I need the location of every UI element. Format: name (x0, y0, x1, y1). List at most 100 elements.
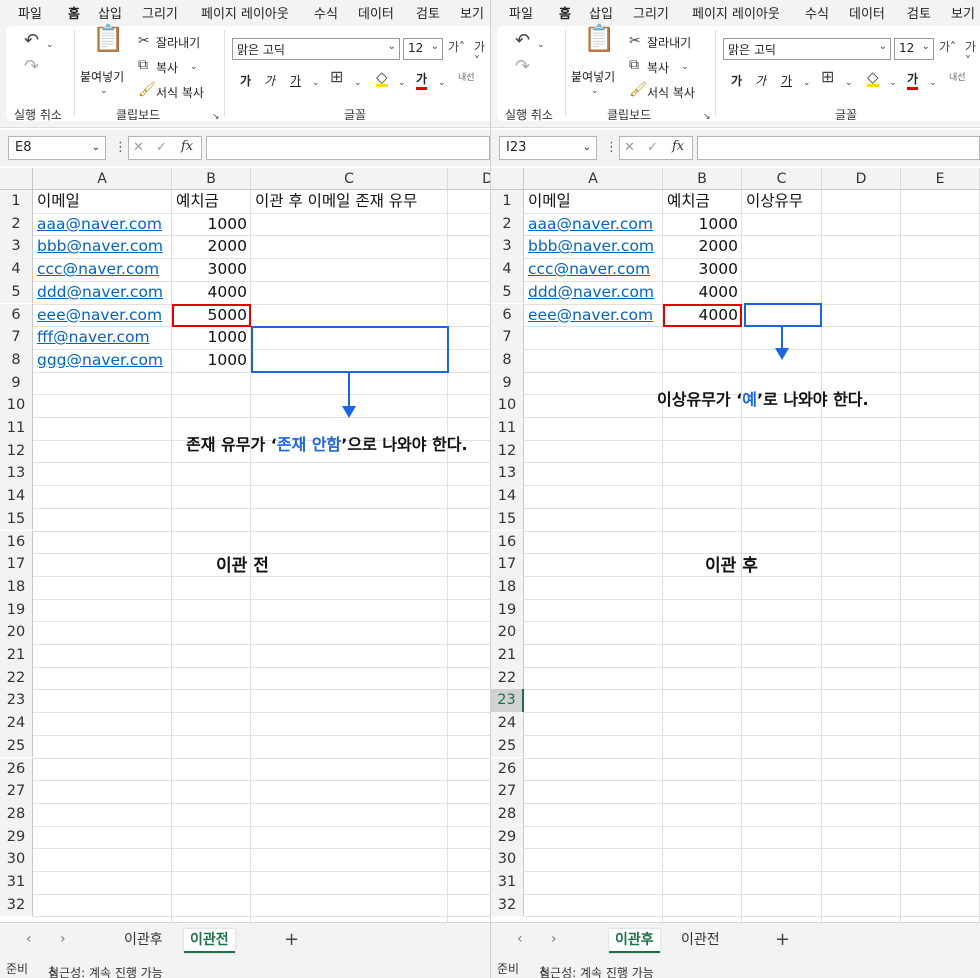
tab-review[interactable]: 검토 (416, 3, 440, 22)
row-header-19[interactable]: 19 (0, 598, 33, 622)
decrease-font-icon[interactable]: 가˅ (474, 40, 490, 68)
chevron-down-icon[interactable]: ⌄ (100, 84, 108, 98)
row-header-24[interactable]: 24 (0, 712, 33, 735)
row-header-10[interactable]: 10 (0, 394, 33, 417)
enter-icon[interactable]: ✓ (156, 140, 167, 155)
next-sheet-icon[interactable]: › (551, 931, 557, 947)
italic-button[interactable]: 가 (264, 72, 275, 89)
font-size-select[interactable]: 12 ⌄ (403, 38, 443, 60)
sheet-tab-after[interactable]: 이관후 (118, 929, 169, 953)
insert-function-icon[interactable]: fx (181, 139, 193, 154)
tab-home[interactable]: 홈 (559, 3, 571, 26)
chevron-down-icon[interactable]: ⌄ (929, 76, 937, 90)
name-box[interactable]: E8 ⌄ (8, 136, 106, 160)
row-header-7[interactable]: 7 (491, 326, 524, 349)
phonetic-button[interactable]: 내선 (949, 70, 966, 83)
row-header-13[interactable]: 13 (491, 462, 524, 486)
row-header-6[interactable]: 6 (0, 303, 33, 327)
row-header-17[interactable]: 17 (0, 553, 33, 576)
row-header-12[interactable]: 12 (0, 439, 33, 463)
email-cell[interactable]: bbb@naver.com (528, 235, 654, 257)
email-cell[interactable]: ddd@naver.com (528, 281, 654, 303)
row-header-21[interactable]: 21 (0, 644, 33, 667)
format-painter-button[interactable]: 서식 복사 (156, 84, 204, 101)
undo-icon[interactable]: ↶ (24, 32, 39, 50)
row-header-16[interactable]: 16 (491, 530, 524, 554)
paste-icon[interactable]: 📋 (92, 26, 124, 52)
deposit-cell[interactable]: 1000 (172, 349, 247, 371)
more-icon[interactable]: ⋮ (605, 140, 618, 155)
column-header-d[interactable]: D (448, 168, 490, 190)
row-header-25[interactable]: 25 (491, 734, 524, 758)
row-header-32[interactable]: 32 (491, 893, 524, 917)
email-cell[interactable]: eee@naver.com (37, 304, 162, 326)
deposit-cell[interactable]: 2000 (172, 235, 247, 257)
row-header-6[interactable]: 6 (491, 303, 524, 327)
tab-data[interactable]: 데이터 (358, 3, 394, 22)
row-header-4[interactable]: 4 (491, 258, 524, 281)
row-header-29[interactable]: 29 (0, 825, 33, 849)
row-header-2[interactable]: 2 (0, 212, 33, 236)
cancel-icon[interactable]: ✕ (624, 140, 635, 155)
worksheet-grid[interactable]: A B C D E 1 2 3 4 5 6 7 8 9 10 11 12 13 14 15 16 17 18 19 20 21 22… (491, 168, 980, 922)
column-header-b[interactable]: B (663, 168, 742, 190)
row-header-3[interactable]: 3 (0, 235, 33, 259)
row-header-7[interactable]: 7 (0, 326, 33, 349)
header-email[interactable]: 이메일 (528, 190, 571, 212)
header-status[interactable]: 이상유무 (746, 190, 803, 212)
row-header-26[interactable]: 26 (491, 757, 524, 781)
email-cell[interactable]: aaa@naver.com (528, 213, 653, 235)
header-email[interactable]: 이메일 (37, 190, 80, 212)
font-color-button[interactable]: 가 (907, 70, 919, 90)
row-header-5[interactable]: 5 (0, 280, 33, 304)
copy-button[interactable]: 복사 (156, 59, 178, 76)
italic-button[interactable]: 가 (755, 72, 766, 89)
deposit-cell[interactable]: 2000 (663, 235, 738, 257)
row-header-27[interactable]: 27 (0, 780, 33, 803)
chevron-down-icon[interactable]: ⌄ (889, 76, 897, 90)
chevron-down-icon[interactable]: ⌄ (803, 76, 811, 90)
tab-data[interactable]: 데이터 (849, 3, 885, 22)
row-header-5[interactable]: 5 (491, 280, 524, 304)
chevron-down-icon[interactable]: ⌄ (312, 76, 320, 90)
header-deposit[interactable]: 예치금 (176, 190, 219, 212)
row-header-20[interactable]: 20 (491, 621, 524, 644)
row-header-31[interactable]: 31 (491, 871, 524, 894)
prev-sheet-icon[interactable]: ‹ (26, 931, 32, 947)
row-header-16[interactable]: 16 (0, 530, 33, 554)
row-header-28[interactable]: 28 (491, 802, 524, 826)
row-header-13[interactable]: 13 (0, 462, 33, 486)
select-all-corner[interactable] (491, 168, 524, 190)
row-header-29[interactable]: 29 (491, 825, 524, 849)
deposit-cell[interactable]: 4000 (172, 281, 247, 303)
select-all-corner[interactable] (0, 168, 33, 190)
tab-formulas[interactable]: 수식 (314, 3, 338, 22)
column-header-c[interactable]: C (251, 168, 448, 190)
row-header-23[interactable]: 23 (491, 689, 524, 713)
name-box[interactable]: I23 ⌄ (499, 136, 597, 160)
row-header-9[interactable]: 9 (491, 371, 524, 395)
sheet-tab-after[interactable]: 이관후 (609, 929, 660, 953)
row-header-11[interactable]: 11 (0, 417, 33, 440)
cancel-icon[interactable]: ✕ (133, 140, 144, 155)
row-header-12[interactable]: 12 (491, 439, 524, 463)
row-header-30[interactable]: 30 (491, 848, 524, 871)
column-header-b[interactable]: B (172, 168, 251, 190)
row-header-21[interactable]: 21 (491, 644, 524, 667)
chevron-down-icon[interactable]: ⌄ (845, 76, 853, 90)
row-header-18[interactable]: 18 (0, 575, 33, 599)
increase-font-icon[interactable]: 가˄ (448, 40, 465, 54)
redo-icon[interactable]: ↷ (515, 58, 530, 76)
column-header-a[interactable]: A (33, 168, 172, 190)
row-header-8[interactable]: 8 (491, 348, 524, 372)
font-name-select[interactable]: 맑은 고딕 ⌄ (723, 38, 891, 60)
redo-icon[interactable]: ↷ (24, 58, 39, 76)
insert-function-icon[interactable]: fx (672, 139, 684, 154)
deposit-cell[interactable]: 1000 (172, 326, 247, 348)
borders-icon[interactable]: ⊞ (821, 69, 834, 85)
tab-draw[interactable]: 그리기 (142, 3, 178, 22)
sheet-tab-before[interactable]: 이관전 (184, 929, 235, 953)
column-header-c[interactable]: C (742, 168, 822, 190)
chevron-down-icon[interactable]: ⌄ (681, 60, 689, 74)
worksheet-grid[interactable]: A B C D 1 2 3 4 5 6 7 8 9 10 11 12 13 14 15 16 17 18 19 20 21 22 2… (0, 168, 490, 922)
